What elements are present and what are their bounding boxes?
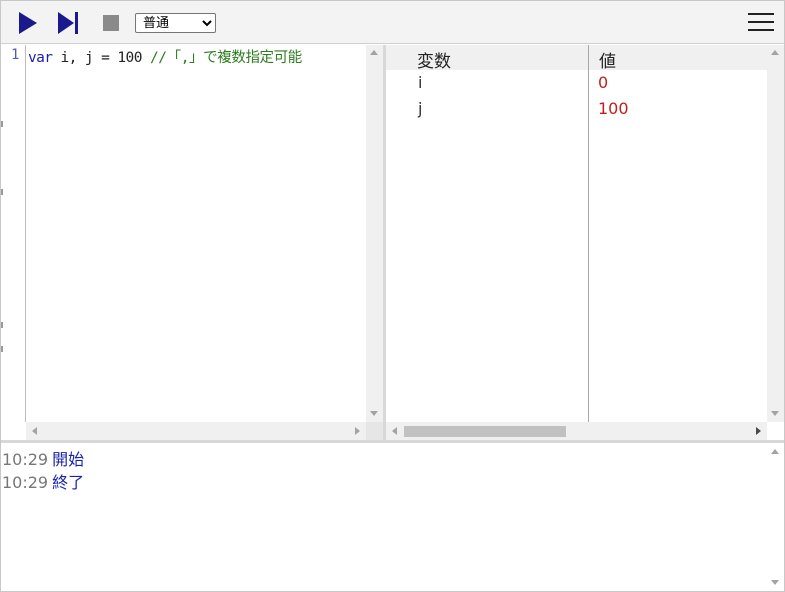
step-button[interactable] — [54, 9, 82, 37]
code-line-1[interactable]: var i, j = 100 //「,」で複数指定可能 — [28, 46, 302, 67]
code-keyword: var — [28, 50, 53, 66]
play-icon — [19, 12, 37, 34]
menu-button[interactable] — [748, 11, 774, 33]
scroll-left-arrow-icon[interactable] — [32, 427, 37, 435]
variable-name: j — [418, 99, 423, 118]
scroll-left-arrow-icon[interactable] — [392, 427, 397, 435]
column-header-name[interactable]: 変数 — [417, 47, 451, 72]
scroll-corner — [767, 422, 784, 440]
log-time: 10:29 — [2, 450, 49, 469]
code-text: i, j = 100 — [52, 50, 150, 66]
log-time: 10:29 — [2, 473, 49, 492]
stop-button[interactable] — [98, 9, 126, 37]
editor-horizontal-scrollbar[interactable] — [26, 422, 366, 440]
variable-value: 100 — [598, 99, 629, 118]
variables-header: 変数 値 — [386, 45, 767, 72]
hamburger-menu-icon — [748, 13, 774, 15]
variables-horizontal-scrollbar[interactable] — [386, 422, 767, 440]
editor-vertical-scrollbar[interactable] — [366, 45, 383, 422]
scroll-down-arrow-icon[interactable] — [370, 411, 378, 416]
log-message: 開始 — [52, 450, 85, 469]
line-gutter: 1 — [1, 45, 26, 422]
scroll-down-arrow-icon[interactable] — [771, 580, 779, 585]
scroll-up-arrow-icon[interactable] — [370, 50, 378, 55]
variables-panel: 変数 値 i 0 j 100 — [386, 45, 784, 440]
toolbar: 普通 — [1, 1, 784, 44]
scroll-corner — [366, 422, 383, 440]
variables-vertical-scrollbar[interactable] — [767, 45, 784, 422]
variable-name: i — [418, 73, 423, 92]
horizontal-scroll-thumb[interactable] — [404, 426, 566, 437]
column-header-value[interactable]: 値 — [599, 47, 616, 72]
stop-icon — [103, 15, 119, 31]
step-forward-icon — [58, 12, 78, 34]
scroll-up-arrow-icon[interactable] — [771, 449, 779, 454]
program-runner-window: 普通 1 var i, j = 100 //「,」で複数指定可能 変数 値 i … — [0, 0, 785, 592]
scroll-right-arrow-icon[interactable] — [756, 427, 761, 435]
line-number: 1 — [11, 47, 20, 63]
scroll-down-arrow-icon[interactable] — [771, 411, 779, 416]
variable-value: 0 — [598, 73, 609, 92]
code-editor[interactable]: 1 var i, j = 100 //「,」で複数指定可能 — [1, 45, 383, 440]
log-message: 終了 — [52, 473, 85, 492]
column-divider[interactable] — [588, 45, 589, 422]
log-entry: 10:29 終了 — [2, 469, 84, 493]
log-entry: 10:29 開始 — [2, 446, 84, 470]
log-panel: 10:29 開始 10:29 終了 — [1, 443, 784, 591]
speed-select[interactable]: 普通 — [135, 13, 216, 33]
play-button[interactable] — [14, 9, 42, 37]
code-comment: //「,」で複数指定可能 — [149, 50, 302, 66]
log-vertical-scrollbar[interactable] — [767, 443, 784, 591]
scroll-right-arrow-icon[interactable] — [355, 427, 360, 435]
scroll-up-arrow-icon[interactable] — [771, 50, 779, 55]
